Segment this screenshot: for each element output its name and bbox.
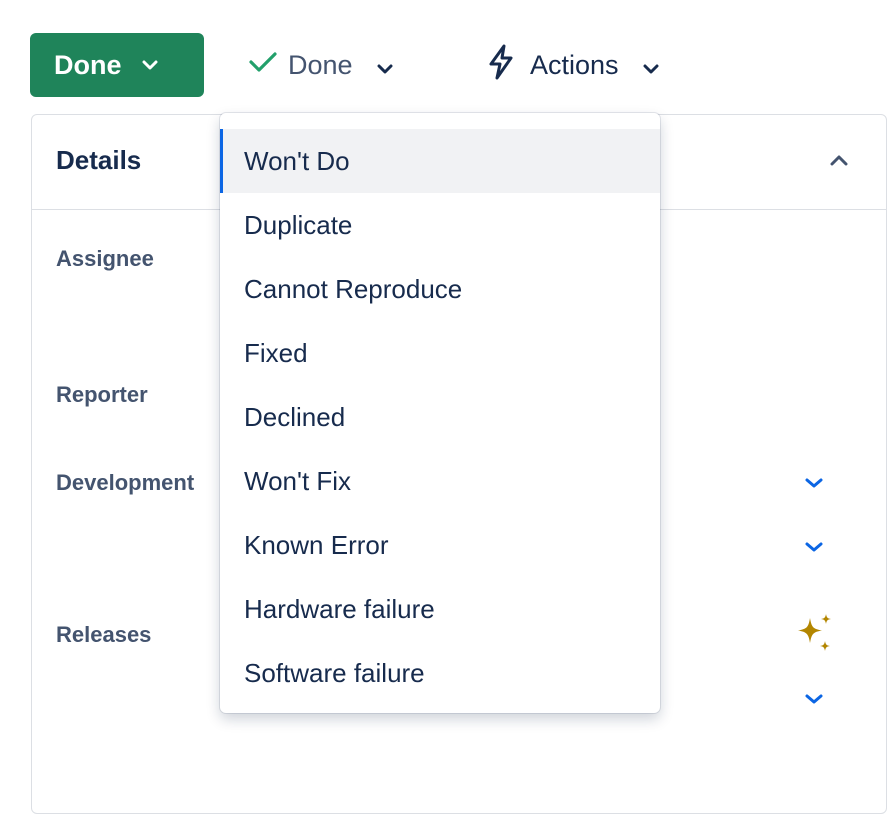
menu-item-label: Won't Do bbox=[244, 145, 350, 176]
menu-item-software-failure[interactable]: Software failure bbox=[220, 641, 660, 705]
actions-button-label: Actions bbox=[530, 49, 619, 80]
menu-item-hardware-failure[interactable]: Hardware failure bbox=[220, 577, 660, 641]
menu-item-label: Known Error bbox=[244, 529, 389, 560]
lightning-bolt-icon bbox=[486, 44, 516, 87]
resolution-button[interactable]: Done bbox=[248, 33, 393, 97]
menu-item-wont-fix[interactable]: Won't Fix bbox=[220, 449, 660, 513]
resolution-dropdown-menu: Won't Do Duplicate Cannot Reproduce Fixe… bbox=[220, 113, 660, 713]
field-label-releases: Releases bbox=[56, 622, 152, 647]
chevron-down-icon[interactable] bbox=[804, 692, 824, 710]
chevron-down-icon bbox=[643, 50, 659, 81]
ai-sparkle-icon[interactable] bbox=[792, 612, 836, 661]
chevron-down-icon[interactable] bbox=[804, 540, 824, 558]
details-title: Details bbox=[56, 145, 142, 175]
menu-item-known-error[interactable]: Known Error bbox=[220, 513, 660, 577]
menu-item-label: Software failure bbox=[244, 657, 425, 688]
menu-item-duplicate[interactable]: Duplicate bbox=[220, 193, 660, 257]
menu-item-label: Won't Fix bbox=[244, 465, 352, 496]
status-button[interactable]: Done bbox=[30, 33, 204, 97]
menu-item-cannot-reproduce[interactable]: Cannot Reproduce bbox=[220, 257, 660, 321]
field-label-assignee: Assignee bbox=[56, 246, 154, 271]
menu-item-label: Hardware failure bbox=[244, 593, 435, 624]
menu-item-wont-do[interactable]: Won't Do bbox=[220, 129, 660, 193]
menu-item-label: Duplicate bbox=[244, 209, 353, 240]
status-button-label: Done bbox=[54, 49, 122, 80]
menu-item-label: Fixed bbox=[244, 337, 308, 368]
chevron-down-icon bbox=[377, 50, 393, 81]
chevron-down-icon[interactable] bbox=[804, 476, 824, 494]
menu-item-fixed[interactable]: Fixed bbox=[220, 321, 660, 385]
field-label-development: Development bbox=[56, 470, 195, 495]
chevron-up-icon[interactable] bbox=[830, 153, 848, 171]
menu-item-label: Cannot Reproduce bbox=[244, 273, 463, 304]
resolution-button-label: Done bbox=[288, 49, 353, 80]
menu-item-label: Declined bbox=[244, 401, 346, 432]
menu-item-declined[interactable]: Declined bbox=[220, 385, 660, 449]
chevron-down-icon bbox=[142, 60, 158, 70]
check-icon bbox=[248, 50, 278, 81]
actions-button[interactable]: Actions bbox=[486, 33, 659, 97]
field-label-reporter: Reporter bbox=[56, 382, 148, 407]
